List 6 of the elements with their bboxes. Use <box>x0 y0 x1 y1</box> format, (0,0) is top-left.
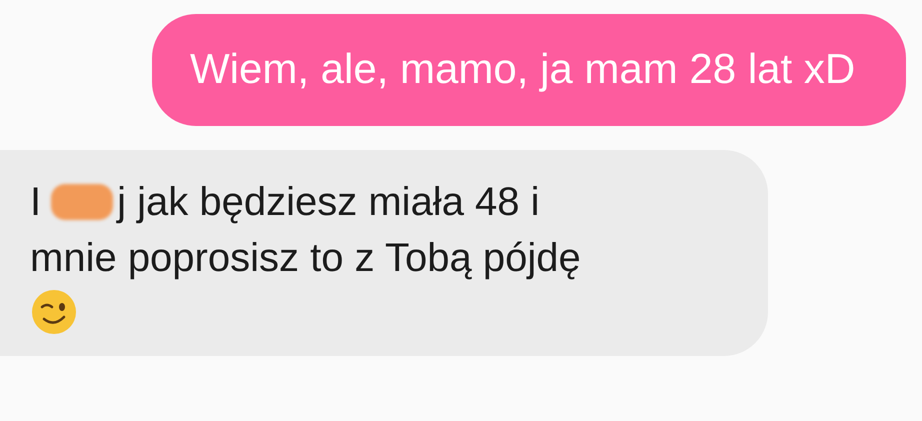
message-text: I <box>30 179 42 226</box>
message-text: mnie poprosisz to z Tobą pójdę <box>30 235 581 282</box>
redaction-mark <box>51 184 114 220</box>
message-text: j jak będziesz miała 48 i <box>117 179 540 226</box>
message-text: Wiem, ale, mamo, ja mam 28 lat xD <box>190 44 856 94</box>
winking-face-icon <box>30 288 78 336</box>
